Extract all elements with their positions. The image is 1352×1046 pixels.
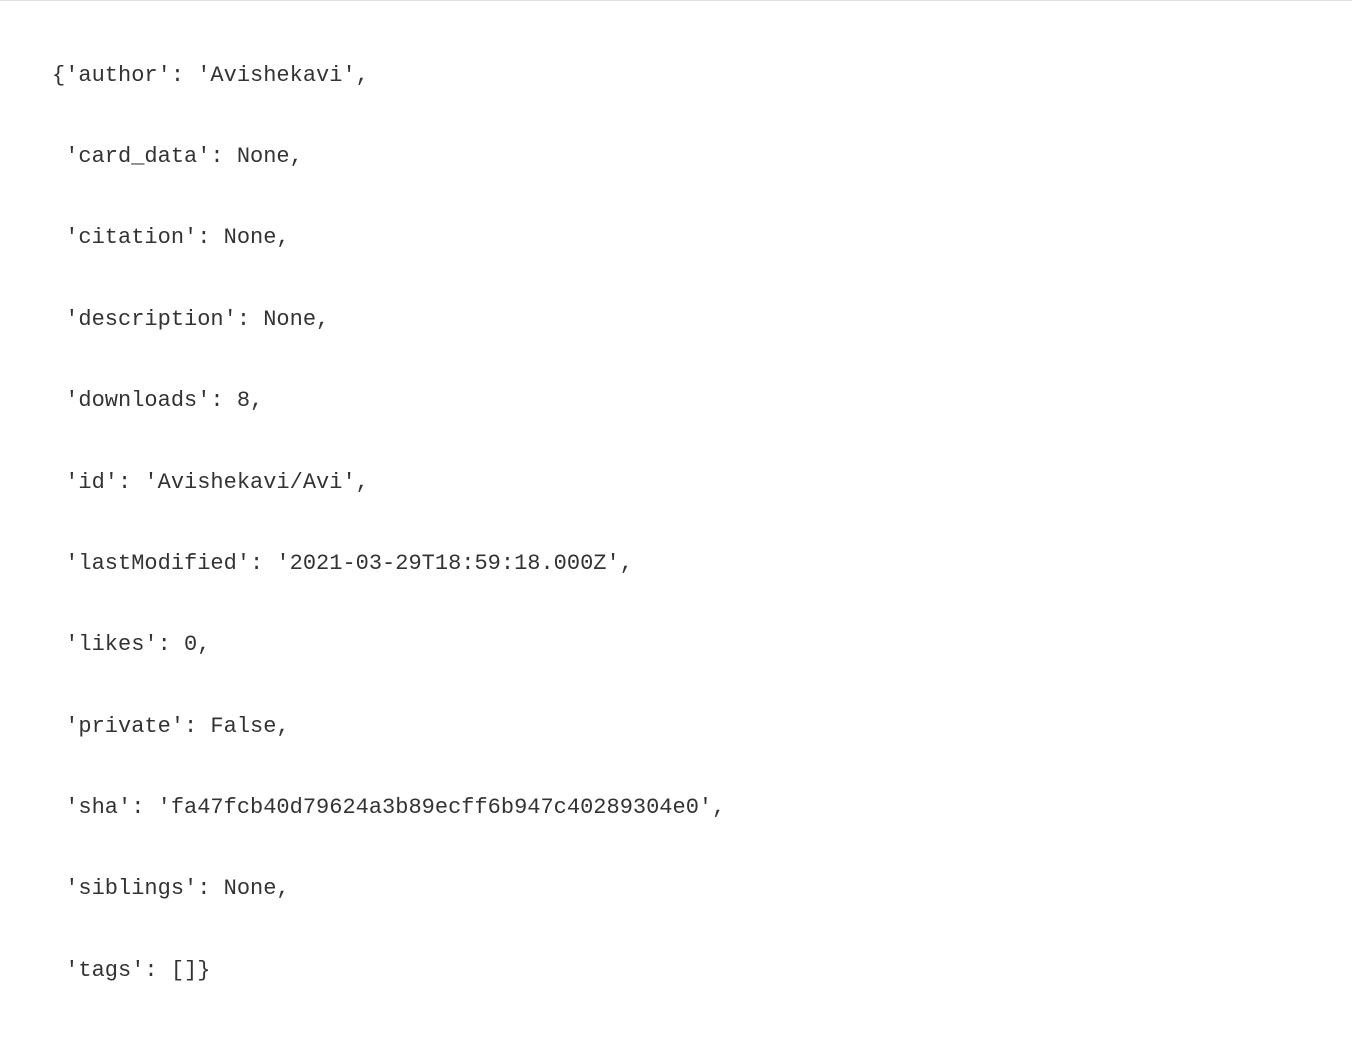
code-line: 'description': None, <box>52 300 1352 341</box>
code-line: 'card_data': None, <box>52 137 1352 178</box>
code-line: 'downloads': 8, <box>52 381 1352 422</box>
code-output-block: {'author': 'Avishekavi', 'card_data': No… <box>0 0 1352 1046</box>
code-line: 'siblings': None, <box>52 869 1352 910</box>
code-line: 'lastModified': '2021-03-29T18:59:18.000… <box>52 544 1352 585</box>
code-line: {'author': 'Avishekavi', <box>52 56 1352 97</box>
code-line: 'citation': None, <box>52 218 1352 259</box>
code-line: 'private': False, <box>52 707 1352 748</box>
code-line: 'tags': []} <box>52 951 1352 992</box>
code-line: 'likes': 0, <box>52 625 1352 666</box>
code-line: 'id': 'Avishekavi/Avi', <box>52 463 1352 504</box>
code-line: 'sha': 'fa47fcb40d79624a3b89ecff6b947c40… <box>52 788 1352 829</box>
